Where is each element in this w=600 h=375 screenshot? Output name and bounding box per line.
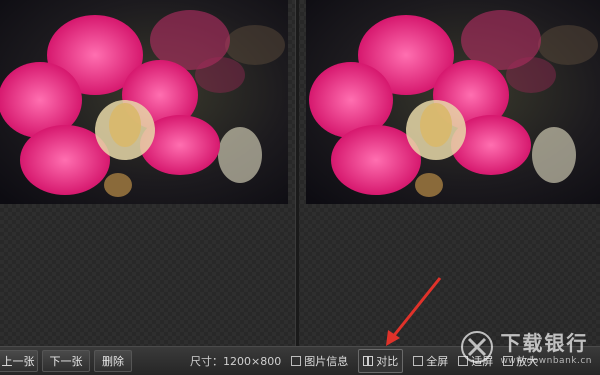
left-pane xyxy=(0,0,295,346)
size-value: 1200×800 xyxy=(223,355,282,368)
right-pane xyxy=(298,0,600,346)
image-size: 尺寸：1200×800 xyxy=(190,353,281,369)
edited-photo[interactable] xyxy=(306,0,600,204)
image-info-icon xyxy=(291,356,302,366)
flower-image-right xyxy=(306,0,600,204)
prev-image-button[interactable]: 上一张 xyxy=(0,350,38,372)
watermark: 下载银行 www.downbank.cn xyxy=(460,327,592,366)
original-photo[interactable] xyxy=(0,0,288,204)
image-info-button[interactable]: 图片信息 xyxy=(291,353,348,369)
fullscreen-button[interactable]: 全屏 xyxy=(413,353,448,369)
fullscreen-icon xyxy=(413,356,424,366)
compare-label: 对比 xyxy=(376,355,399,368)
compare-icon xyxy=(363,356,374,366)
image-info-label: 图片信息 xyxy=(304,355,349,368)
size-label: 尺寸： xyxy=(190,355,223,368)
watermark-url: www.downbank.cn xyxy=(500,356,592,366)
delete-button[interactable]: 删除 xyxy=(94,350,132,372)
fullscreen-label: 全屏 xyxy=(426,355,449,368)
next-image-button[interactable]: 下一张 xyxy=(42,350,90,372)
comparison-canvas xyxy=(0,0,600,346)
compare-button[interactable]: 对比 xyxy=(358,349,404,373)
flower-image-left xyxy=(0,0,288,204)
watermark-text: 下载银行 xyxy=(500,331,589,355)
watermark-logo xyxy=(460,330,494,364)
